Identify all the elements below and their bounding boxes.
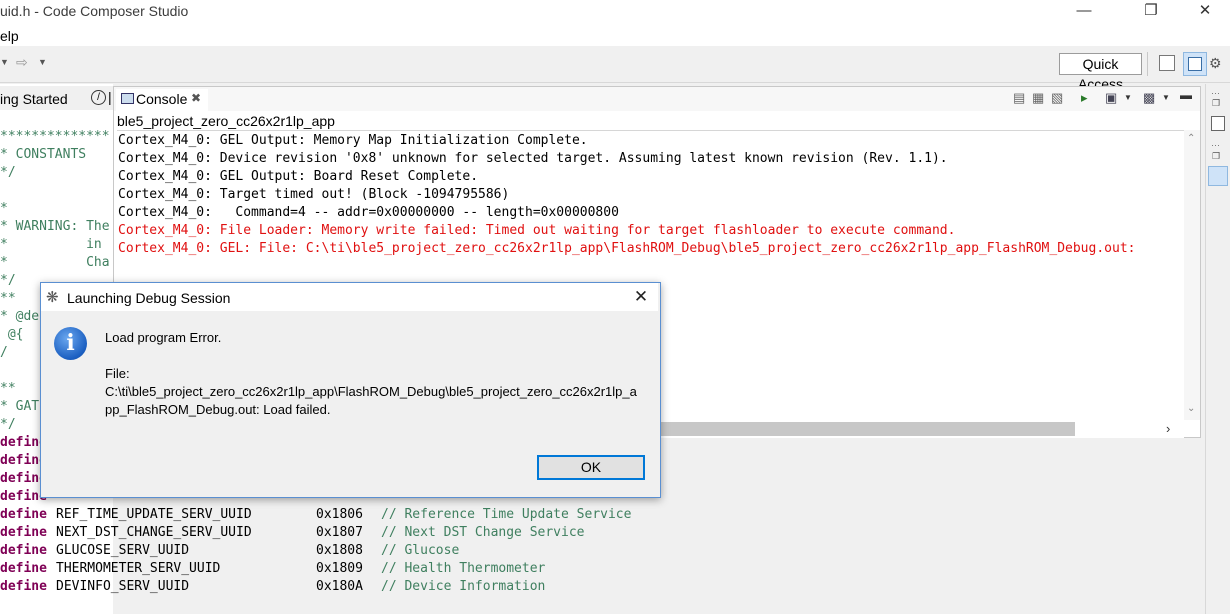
no-entry-icon: / (91, 90, 106, 105)
console-tab-label: Console (136, 91, 188, 107)
open-console-icon[interactable]: ▩ (1143, 90, 1155, 106)
minimize-icon[interactable]: — (1061, 0, 1107, 24)
restore-view-icon[interactable]: ❐ (1212, 98, 1220, 109)
define-comment: // Health Thermometer (381, 561, 546, 576)
define-line: define REF_TIME_UPDATE_SERV_UUID 0x1806 // … (0, 506, 631, 524)
dialog-title: Launching Debug Session (67, 290, 231, 306)
define-line: define NEXT_DST_CHANGE_SERV_UUID 0x1807 // … (0, 524, 585, 542)
close-icon[interactable]: ✕ (1182, 0, 1228, 24)
code-comment-line: * CONSTANTS (0, 147, 87, 162)
define-keyword: define (0, 561, 47, 576)
code-comment-line: ************** (0, 129, 110, 144)
console-line: Cortex_M4_0: GEL: File: C:\ti\ble5_proje… (118, 241, 1136, 256)
define-line: define DEVINFO_SERV_UUID 0x180A // Device I… (0, 578, 545, 596)
console-line: Cortex_M4_0: File Loader: Memory write f… (118, 223, 956, 238)
define-name: DEVINFO_SERV_UUID (56, 579, 190, 594)
forward-dropdown-icon[interactable]: ▼ (38, 57, 47, 67)
open-console-dropdown-icon[interactable]: ▼ (1162, 93, 1170, 102)
define-value: 0x1808 (316, 543, 363, 558)
debug-perspective-glyph-icon (1188, 57, 1202, 71)
code-comment-line: ** (0, 291, 16, 306)
scroll-down-icon[interactable]: ⌄ (1187, 403, 1195, 414)
define-name: THERMOMETER_SERV_UUID (56, 561, 221, 576)
menu-bar: elp (0, 24, 1230, 46)
clear-console-icon[interactable]: ▤ (1013, 90, 1025, 106)
restore-view-icon-2[interactable]: ❐ (1212, 151, 1220, 162)
code-comment-line: * Cha (0, 255, 110, 270)
window-title-bar: uid.h - Code Composer Studio (0, 0, 1230, 24)
display-console-icon[interactable]: ▣ (1105, 90, 1117, 106)
cc-perspective-icon[interactable]: ⚙ (1209, 55, 1222, 72)
code-comment-line: */ (0, 417, 16, 432)
code-comment-line: ** (0, 381, 16, 396)
code-comment-line: * @de (0, 309, 40, 324)
define-line: define GLUCOSE_SERV_UUID 0x1808 // Glucose (0, 542, 459, 560)
console-line: Cortex_M4_0: Command=4 -- addr=0x0000000… (118, 205, 619, 220)
dialog-file-path-line2: pp_FlashROM_Debug.out: Load failed. (105, 402, 331, 417)
restore-icon[interactable]: ❐ (1128, 0, 1174, 24)
code-comment-line: */ (0, 273, 16, 288)
define-value: 0x1807 (316, 525, 363, 540)
forward-arrow-icon[interactable]: ⇨ (16, 54, 28, 71)
getting-started-tab-label: ing Started (0, 91, 68, 107)
define-keyword: define (0, 543, 47, 558)
word-wrap-icon[interactable]: ▧ (1051, 90, 1063, 106)
scroll-right-icon[interactable]: › (1166, 421, 1170, 436)
menu-help[interactable]: elp (0, 28, 19, 44)
define-name: NEXT_DST_CHANGE_SERV_UUID (56, 525, 252, 540)
code-comment-line: * WARNING: The (0, 219, 110, 234)
outline-view-icon[interactable] (1211, 116, 1225, 131)
console-icon (121, 93, 134, 104)
ok-button[interactable]: OK (537, 455, 645, 480)
dropdown-arrow-icon[interactable]: ▼ (0, 57, 9, 67)
console-line: Cortex_M4_0: Device revision '0x8' unkno… (118, 151, 948, 166)
define-name: GLUCOSE_SERV_UUID (56, 543, 190, 558)
console-line: Cortex_M4_0: GEL Output: Board Reset Com… (118, 169, 479, 184)
define-keyword: define (0, 579, 47, 594)
dialog-close-icon[interactable]: ✕ (626, 284, 656, 310)
scroll-up-icon[interactable]: ⌃ (1187, 133, 1195, 144)
dialog-file-path-line1: C:\ti\ble5_project_zero_cc26x2r1lp_app\F… (105, 384, 637, 399)
pin-console-icon[interactable]: ▸ (1081, 90, 1088, 106)
define-value: 0x1806 (316, 507, 363, 522)
tab-separator: | (108, 89, 112, 105)
open-perspective-icon[interactable] (1159, 55, 1175, 71)
console-line: Cortex_M4_0: GEL Output: Memory Map Init… (118, 133, 588, 148)
code-comment-line: @{ (0, 327, 24, 342)
ccs-app-icon: ❋ (46, 289, 59, 306)
define-keyword: define (0, 507, 47, 522)
code-comment-line: / (0, 345, 8, 360)
right-trim-bar (1205, 84, 1230, 614)
define-value: 0x180A (316, 579, 363, 594)
define-comment: // Glucose (381, 543, 460, 558)
minimize-view-icon[interactable]: ▬ (1180, 88, 1192, 102)
scroll-lock-icon[interactable]: ▦ (1032, 90, 1044, 106)
display-console-dropdown-icon[interactable]: ▼ (1124, 93, 1132, 102)
main-toolbar (0, 46, 1230, 83)
define-name: REF_TIME_UPDATE_SERV_UUID (56, 507, 252, 522)
dialog-file-label: File: (105, 366, 130, 381)
quick-access-field[interactable]: Quick Access (1059, 53, 1142, 92)
code-comment-line: * (0, 201, 8, 216)
console-vertical-scrollbar[interactable] (1184, 130, 1200, 420)
console-context-label: ble5_project_zero_cc26x2r1lp_app (117, 112, 1199, 131)
window-title: uid.h - Code Composer Studio (0, 3, 189, 19)
code-comment-line: */ (0, 165, 16, 180)
code-comment-line: * in (0, 237, 102, 252)
problems-view-icon[interactable] (1208, 166, 1228, 186)
define-comment: // Reference Time Update Service (381, 507, 632, 522)
dialog-message: Load program Error. (105, 330, 222, 345)
code-comment-line: * GAT (0, 399, 40, 414)
trim-grip-icon-2: ⋯ (1211, 140, 1220, 150)
define-value: 0x1809 (316, 561, 363, 576)
console-line: Cortex_M4_0: Target timed out! (Block -1… (118, 187, 510, 202)
console-tab-close-icon[interactable]: ✖ (191, 91, 201, 105)
define-comment: // Next DST Change Service (381, 525, 585, 540)
define-comment: // Device Information (381, 579, 546, 594)
define-keyword: define (0, 525, 47, 540)
info-icon: i (54, 327, 87, 360)
toolbar-divider (1147, 52, 1148, 76)
define-line: define THERMOMETER_SERV_UUID 0x1809 // Heal… (0, 560, 545, 578)
